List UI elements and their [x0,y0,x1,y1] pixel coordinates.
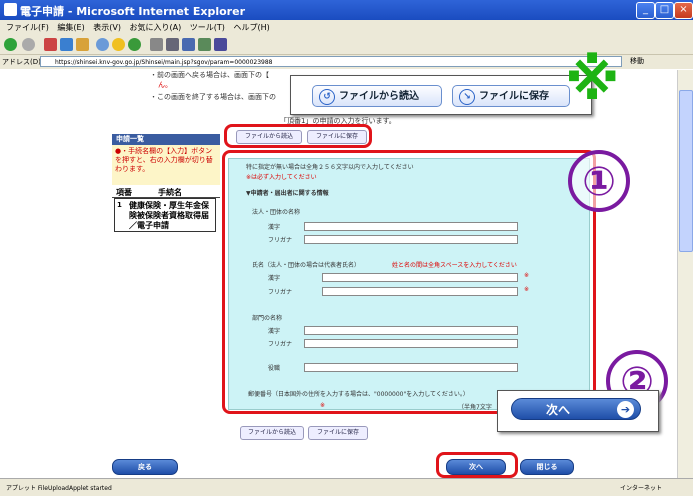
arrow-right-icon: ➔ [617,401,634,418]
callout-one: ① [568,150,630,212]
address-input[interactable]: https://shinsei.knv-gov.go.jp/Shinsei/ma… [40,56,622,67]
col-number: 項番 [116,188,132,197]
favorites-icon[interactable] [112,38,125,51]
maximize-icon[interactable]: □ [655,2,674,19]
list-item-number: 1 [117,201,122,209]
application-list-columns: 項番 手続名 [112,186,220,198]
address-label: アドレス(D) [2,58,41,66]
mail-icon[interactable] [150,38,163,51]
ie-icon [4,3,17,16]
messenger-icon[interactable] [214,38,227,51]
note-line1b: ん。 [158,81,172,89]
menu-help[interactable]: ヘルプ(H) [233,22,269,33]
enlarged-save-label: ファイルに保存 [479,91,549,102]
highlight-file-buttons [224,124,372,148]
history-icon[interactable] [128,38,141,51]
application-list-heading: 申請一覧 [112,134,220,145]
enlarged-save-button[interactable]: ↘ ファイルに保存 [452,85,570,107]
load-file-button-bottom[interactable]: ファイルから読込 [240,426,304,440]
close-icon[interactable]: × [674,2,693,19]
go-button[interactable]: 移動 [630,56,644,66]
save-icon: ↘ [459,89,475,105]
highlight-form [222,150,596,414]
status-zone: インターネット [620,485,663,492]
enlarged-load-button[interactable]: ↺ ファイルから読込 [312,85,442,107]
print-icon[interactable] [166,38,179,51]
save-file-button-bottom[interactable]: ファイルに保存 [308,426,368,440]
menu-file[interactable]: ファイル(F) [6,22,49,33]
note-line1: ・前の画面へ戻る場合は、画面下の【 [150,71,269,79]
edit-icon[interactable] [182,38,195,51]
menu-bar: ファイル(F) 編集(E) 表示(V) お気に入り(A) ツール(T) ヘルプ(… [0,20,693,35]
enlarged-next-label: 次へ [546,403,571,417]
title-bar: 電子申請 - Microsoft Internet Explorer [0,0,693,20]
asterisk-callout: ※ [565,48,620,113]
menu-edit[interactable]: 編集(E) [57,22,84,33]
stop-icon[interactable] [44,38,57,51]
forward-icon[interactable] [22,38,35,51]
minimize-icon[interactable]: _ [636,2,655,19]
menu-tools[interactable]: ツール(T) [190,22,225,33]
col-procedure: 手続名 [158,188,182,197]
refresh-icon[interactable] [60,38,73,51]
enlarged-load-label: ファイルから読込 [339,91,419,102]
list-item[interactable]: 健康保険・厚生年金保険被保険者資格取得届／電子申請 [114,198,216,232]
enlarged-next-button[interactable]: 次へ ➔ [511,398,641,420]
discuss-icon[interactable] [198,38,211,51]
application-list-hint: ●・手続名欄の【入力】ボタンを押すと、右の入力欄が切り替わります。 [112,145,220,185]
window-title: 電子申請 - Microsoft Internet Explorer [20,5,245,18]
load-icon: ↺ [319,89,335,105]
highlight-next-button [436,452,518,478]
close-button[interactable]: 閉じる [520,459,574,475]
back-icon[interactable] [4,38,17,51]
back-button[interactable]: 戻る [112,459,178,475]
status-text: アプレット FileUploadApplet started [6,485,112,492]
search-icon[interactable] [96,38,109,51]
home-icon[interactable] [76,38,89,51]
menu-favorites[interactable]: お気に入り(A) [130,22,182,33]
menu-view[interactable]: 表示(V) [93,22,121,33]
note-line2: ・この画面を終了する場合は、画面下の [150,93,276,101]
scrollbar-thumb[interactable] [679,90,693,252]
status-bar: アプレット FileUploadApplet started インターネット [0,478,693,496]
